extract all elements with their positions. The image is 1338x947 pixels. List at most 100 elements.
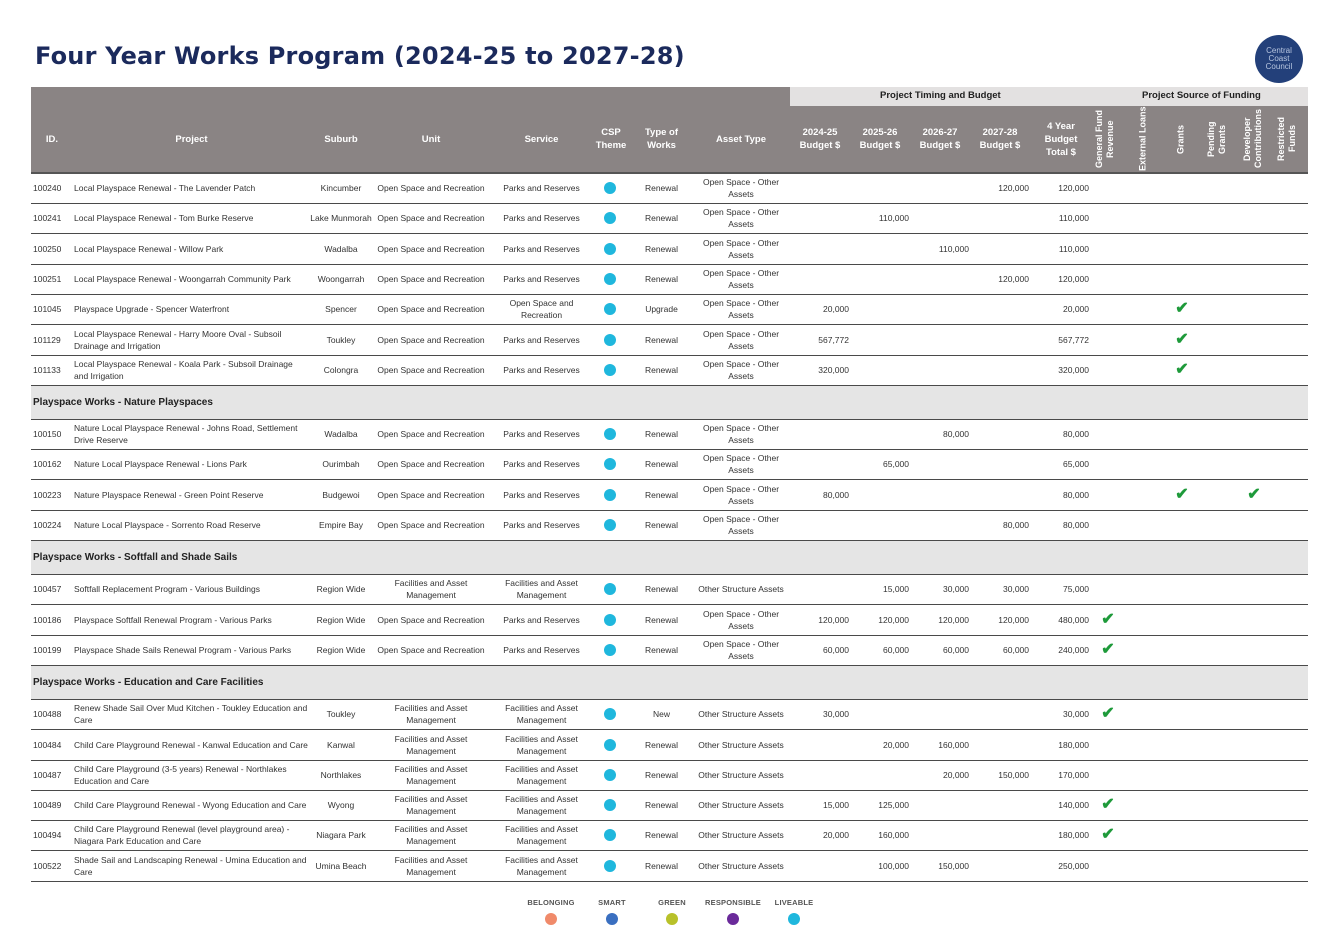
row-budget-2024-25 [791, 235, 849, 263]
row-type-of-works: Renewal [644, 739, 679, 750]
row-type-of-works: New [652, 709, 670, 720]
header-budget-2025-26: 2025-26 Budget $ [859, 127, 901, 151]
row-budget-2025-26: 125,000 [878, 800, 909, 811]
row-budget-2027-28 [971, 204, 1029, 232]
row-total: 65,000 [1063, 459, 1089, 470]
row-project: Child Care Playground (3-5 years) Renewa… [74, 763, 287, 786]
row-type-of-works: Renewal [644, 614, 679, 625]
liveable-theme-dot [604, 272, 616, 285]
row-asset-type: Other Structure Assets [698, 860, 784, 871]
csp-theme-cell [594, 265, 626, 293]
general-fund-tick: ✔ [1101, 640, 1115, 658]
row-unit: Open Space and Recreation [377, 243, 485, 254]
header-general-fund: General Fund Revenue [1094, 110, 1115, 169]
row-budget-2024-25 [791, 265, 849, 293]
row-suburb: Ourimbah [322, 459, 360, 470]
row-budget-2027-28 [971, 821, 1029, 849]
row-budget-2024-25: 60,000 [823, 644, 849, 655]
row-suburb: Budgewoi [322, 489, 360, 500]
grants-tick: ✔ [1175, 360, 1189, 378]
row-service: Facilities and Asset Management [505, 794, 578, 817]
row-budget-2025-26: 110,000 [878, 213, 909, 224]
table-row: 100223 Nature Playspace Renewal - Green P… [31, 481, 1308, 511]
row-id: 100186 [33, 614, 62, 625]
row-budget-2027-28 [971, 450, 1029, 478]
row-id: 100489 [33, 800, 62, 811]
row-suburb: Woongarrah [317, 273, 365, 284]
row-project: Local Playspace Renewal - Woongarrah Com… [74, 273, 291, 284]
row-budget-2027-28 [971, 700, 1029, 728]
header-csp-theme: CSP Theme [595, 127, 627, 151]
row-id: 100150 [33, 429, 62, 440]
row-suburb: Toukley [326, 709, 356, 720]
row-budget-2026-27 [911, 511, 969, 539]
row-id: 100250 [33, 243, 62, 254]
row-type-of-works: Renewal [644, 459, 679, 470]
row-unit: Open Space and Recreation [377, 183, 485, 193]
row-id: 100251 [33, 273, 62, 284]
row-id: 100224 [33, 520, 62, 530]
row-project: Local Playspace Renewal - The Lavender P… [74, 183, 256, 193]
liveable-theme-dot [604, 738, 616, 751]
row-budget-2024-25: 20,000 [823, 304, 849, 315]
row-budget-2025-26: 60,000 [883, 644, 909, 655]
row-budget-2026-27: 160,000 [938, 739, 969, 750]
page-title: Four Year Works Program (2024-25 to 2027… [35, 42, 685, 70]
section-heading: Playspace Works - Education and Care Fac… [31, 666, 1308, 701]
row-asset-type: Open Space - Other Assets [702, 207, 780, 230]
table-row: 101129 Local Playspace Renewal - Harry Mo… [31, 326, 1308, 356]
legend-label: SMART [598, 898, 626, 907]
row-service: Parks and Reserves [503, 213, 580, 224]
row-total: 180,000 [1058, 830, 1089, 841]
row-type-of-works: Renewal [644, 860, 679, 871]
csp-theme-cell [594, 326, 626, 354]
liveable-theme-dot [604, 363, 616, 376]
row-service: Parks and Reserves [503, 243, 580, 254]
table-row: 100251 Local Playspace Renewal - Woongarr… [31, 265, 1308, 295]
row-id: 100484 [33, 739, 62, 750]
header-unit: Unit [421, 133, 441, 145]
row-type-of-works: Renewal [644, 489, 679, 500]
row-budget-2024-25 [791, 761, 849, 789]
header-restricted-funds: Restricted Funds [1276, 117, 1297, 162]
row-budget-2025-26: 20,000 [883, 739, 909, 750]
liveable-theme-dot [604, 212, 616, 225]
row-budget-2025-26: 120,000 [878, 614, 909, 625]
row-budget-2027-28: 120,000 [998, 273, 1029, 284]
row-budget-2026-27 [911, 204, 969, 232]
row-budget-2024-25 [791, 204, 849, 232]
row-budget-2025-26 [851, 265, 909, 293]
row-service: Parks and Reserves [503, 520, 580, 530]
general-fund-tick: ✔ [1101, 705, 1115, 723]
csp-theme-cell [594, 174, 626, 202]
legend-label: GREEN [658, 898, 686, 907]
row-suburb: Wadalba [324, 429, 358, 440]
row-budget-2024-25 [791, 174, 849, 202]
row-budget-2025-26 [851, 356, 909, 384]
row-budget-2024-25 [791, 575, 849, 603]
grants-tick: ✔ [1175, 330, 1189, 348]
legend-item-green: GREEN [642, 898, 702, 925]
row-budget-2026-27: 110,000 [938, 243, 969, 254]
row-type-of-works: Renewal [644, 644, 679, 655]
row-unit: Facilities and Asset Management [394, 763, 468, 786]
row-budget-2024-25 [791, 511, 849, 539]
row-total: 240,000 [1058, 644, 1089, 655]
row-unit: Open Space and Recreation [377, 334, 485, 345]
row-project: Shade Sail and Landscaping Renewal - Umi… [74, 854, 307, 877]
row-unit: Open Space and Recreation [377, 429, 485, 440]
row-type-of-works: Renewal [644, 429, 679, 440]
header-budget-2026-27: 2026-27 Budget $ [919, 127, 961, 151]
row-budget-2025-26 [851, 295, 909, 323]
liveable-theme-dot [604, 859, 616, 872]
row-total: 120,000 [1058, 273, 1089, 284]
row-service: Parks and Reserves [503, 614, 580, 625]
liveable-theme-dot [604, 488, 616, 501]
row-budget-2025-26 [851, 420, 909, 448]
row-service: Parks and Reserves [503, 273, 580, 284]
row-budget-2027-28 [971, 235, 1029, 263]
row-unit: Facilities and Asset Management [394, 703, 468, 726]
row-service: Facilities and Asset Management [505, 824, 578, 847]
row-suburb: Colongra [323, 364, 359, 375]
row-asset-type: Other Structure Assets [698, 769, 784, 780]
